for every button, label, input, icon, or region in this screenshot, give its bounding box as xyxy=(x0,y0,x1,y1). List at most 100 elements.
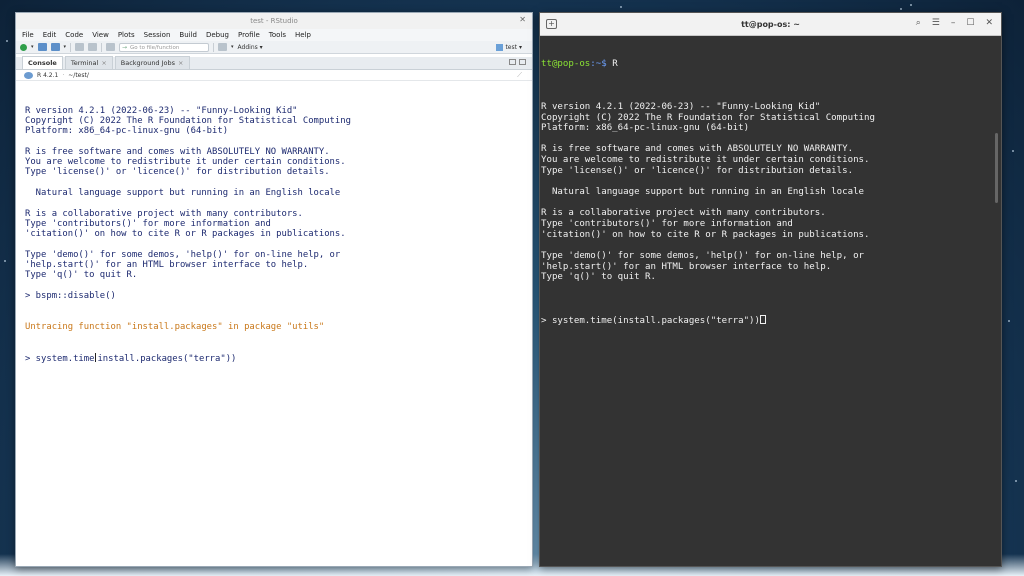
console-line: Platform: x86_64-pc-linux-gnu (64-bit) xyxy=(25,126,229,137)
terminal-line: 'citation()' on how to cite R or R packa… xyxy=(541,229,870,240)
menu-icon[interactable]: ☰ xyxy=(932,18,940,28)
terminal-line: R is a collaborative project with many c… xyxy=(541,208,826,219)
main-toolbar: ▾ ▾ Go to file/function ▾ Addins ▾ test … xyxy=(16,41,532,54)
console-line: Type 'demo()' for some demos, 'help()' f… xyxy=(25,249,341,260)
text-cursor xyxy=(760,314,766,324)
r-logo-icon xyxy=(24,71,33,79)
menu-debug[interactable]: Debug xyxy=(206,31,229,39)
maximize-pane-icon[interactable] xyxy=(519,59,526,65)
project-menu[interactable]: test ▾ xyxy=(496,43,522,51)
minimize-icon[interactable]: – xyxy=(951,18,956,28)
chevron-down-icon[interactable]: ▾ xyxy=(231,44,234,50)
tab-terminal[interactable]: Terminal × xyxy=(64,56,113,69)
shell-prompt-line: tt@pop-os:~$ R xyxy=(541,59,618,70)
project-icon xyxy=(496,43,504,51)
rstudio-window[interactable]: test - RStudio ✕ File Edit Code View Plots Se… xyxy=(15,12,533,567)
terminal-line: 'help.start()' for an HTML browser inter… xyxy=(541,261,832,272)
console-command-line[interactable]: > system.time install.packages("terra")) xyxy=(25,352,532,364)
console-output[interactable]: R version 4.2.1 (2022-06-23) -- "Funny-L… xyxy=(16,81,532,384)
working-dir-label[interactable]: ~/test/ xyxy=(68,72,89,79)
chevron-down-icon[interactable]: ▾ xyxy=(64,44,67,50)
rstudio-titlebar[interactable]: test - RStudio ✕ xyxy=(16,13,532,29)
goto-file-input[interactable]: Go to file/function xyxy=(119,42,210,52)
window-title: test - RStudio xyxy=(250,17,298,25)
menu-help[interactable]: Help xyxy=(295,31,311,39)
new-tab-icon[interactable]: + xyxy=(546,19,557,29)
menu-plots[interactable]: Plots xyxy=(118,31,135,39)
menu-file[interactable]: File xyxy=(22,31,34,39)
menu-edit[interactable]: Edit xyxy=(43,31,57,39)
minimize-pane-icon[interactable] xyxy=(509,59,516,65)
menu-profile[interactable]: Profile xyxy=(238,31,260,39)
console-line: > bspm::disable() xyxy=(25,290,116,301)
menu-session[interactable]: Session xyxy=(144,31,171,39)
console-line: Type 'license()' or 'licence()' for dist… xyxy=(25,167,330,178)
new-file-icon[interactable] xyxy=(20,43,27,51)
r-version-label: R 4.2.1 xyxy=(37,71,59,79)
console-line: Copyright (C) 2022 The R Foundation for … xyxy=(25,115,351,126)
terminal-line: Platform: x86_64-pc-linux-gnu (64-bit) xyxy=(541,123,750,134)
clear-console-icon[interactable]: ⟋ xyxy=(517,71,522,80)
terminal-line: Natural language support but running in … xyxy=(541,187,865,198)
console-line: R version 4.2.1 (2022-06-23) -- "Funny-L… xyxy=(25,105,298,116)
menu-bar: File Edit Code View Plots Session Build Debug Pr… xyxy=(16,29,532,41)
close-icon[interactable]: × xyxy=(101,59,106,67)
console-line: 'help.start()' for an HTML browser inter… xyxy=(25,260,309,271)
search-icon[interactable]: ⌕ xyxy=(916,18,921,28)
terminal-line: Copyright (C) 2022 The R Foundation for … xyxy=(541,112,875,123)
menu-code[interactable]: Code xyxy=(65,31,83,39)
console-line: Type 'q()' to quit R. xyxy=(25,270,138,281)
console-line: R is a collaborative project with many c… xyxy=(25,208,303,219)
terminal-line: Type 'demo()' for some demos, 'help()' f… xyxy=(541,250,865,261)
console-pane-tabs: Console Terminal × Background Jobs × xyxy=(16,56,532,70)
terminal-controls: ⌕ ☰ – ☐ ✕ xyxy=(916,18,993,28)
terminal-headerbar[interactable]: + tt@pop-os: ~ ⌕ ☰ – ☐ ✕ xyxy=(540,13,1001,36)
tab-background-jobs[interactable]: Background Jobs × xyxy=(114,56,190,69)
console-line: You are welcome to redistribute it under… xyxy=(25,157,346,168)
menu-tools[interactable]: Tools xyxy=(269,31,286,39)
chevron-down-icon[interactable]: ▾ xyxy=(31,44,34,50)
terminal-line: R is free software and comes with ABSOLU… xyxy=(541,144,854,155)
save-icon[interactable] xyxy=(75,43,85,51)
menu-build[interactable]: Build xyxy=(179,31,197,39)
terminal-line: R version 4.2.1 (2022-06-23) -- "Funny-L… xyxy=(541,101,821,112)
terminal-line: Type 'q()' to quit R. xyxy=(541,272,656,283)
close-icon[interactable]: ✕ xyxy=(519,15,526,24)
pane-controls xyxy=(509,59,526,65)
close-icon[interactable]: × xyxy=(178,59,183,67)
tab-console[interactable]: Console xyxy=(22,56,63,69)
terminal-line: You are welcome to redistribute it under… xyxy=(541,155,870,166)
terminal-line: Type 'license()' or 'licence()' for dist… xyxy=(541,165,854,176)
open-project-icon[interactable] xyxy=(37,43,47,51)
console-line: Natural language support but running in … xyxy=(25,187,341,198)
terminal-output[interactable]: tt@pop-os:~$ R R version 4.2.1 (2022-06-… xyxy=(540,36,1001,347)
menu-view[interactable]: View xyxy=(92,31,109,39)
terminal-line: Type 'contributors()' for more informati… xyxy=(541,218,793,229)
save-all-icon[interactable] xyxy=(88,43,98,51)
scrollbar[interactable] xyxy=(995,133,998,203)
terminal-window[interactable]: + tt@pop-os: ~ ⌕ ☰ – ☐ ✕ tt@pop-os:~$ R … xyxy=(539,12,1002,567)
console-line: Type 'contributors()' for more informati… xyxy=(25,218,271,229)
console-subbar: R 4.2.1 · ~/test/ ⟋ xyxy=(16,70,532,81)
console-trace-line: Untracing function "install.packages" in… xyxy=(25,321,325,332)
close-icon[interactable]: ✕ xyxy=(985,18,993,28)
open-file-icon[interactable] xyxy=(50,43,60,51)
console-line: R is free software and comes with ABSOLU… xyxy=(25,146,330,157)
grid-icon[interactable] xyxy=(218,43,228,51)
addins-menu[interactable]: Addins ▾ xyxy=(238,44,263,51)
terminal-command-line[interactable]: > system.time(install.packages("terra")) xyxy=(541,314,1001,326)
maximize-icon[interactable]: ☐ xyxy=(966,18,974,28)
print-icon[interactable] xyxy=(106,43,116,51)
console-line: 'citation()' on how to cite R or R packa… xyxy=(25,229,346,240)
